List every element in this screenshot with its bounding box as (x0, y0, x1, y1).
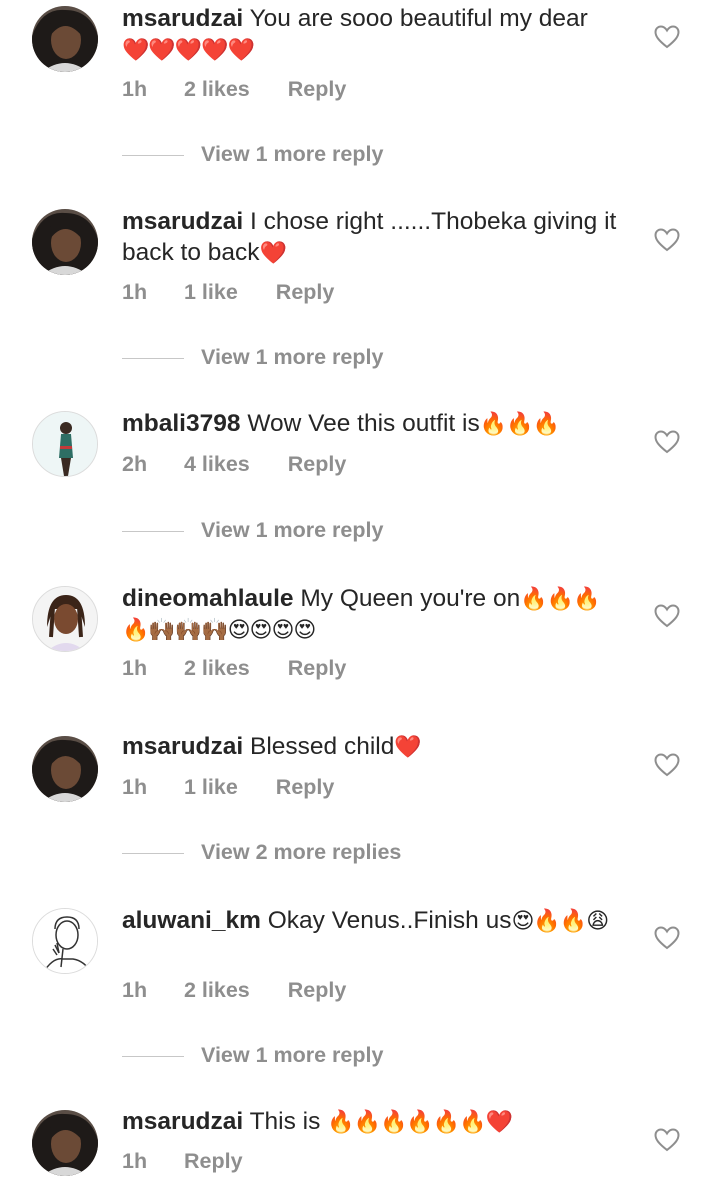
reply-button[interactable]: Reply (288, 975, 347, 1005)
comment-meta: 1h 2 likes Reply (122, 74, 346, 104)
comment-meta: 1h 2 likes Reply (122, 975, 346, 1005)
comment-likes[interactable]: 2 likes (184, 74, 250, 104)
divider-line (122, 154, 184, 156)
heart-outline-icon[interactable] (654, 228, 680, 252)
comment-text: msarudzai I chose right ......Thobeka gi… (122, 206, 622, 268)
comment-emoji: ❤️ (394, 734, 421, 759)
heart-outline-icon[interactable] (654, 1128, 680, 1152)
view-more-replies[interactable]: View 1 more reply (122, 1040, 383, 1070)
comment-time: 1h (122, 280, 148, 304)
comment-time: 1h (122, 656, 148, 680)
heart-outline-icon[interactable] (654, 604, 680, 628)
comment-body: This is (249, 1108, 321, 1135)
comment-username[interactable]: msarudzai (122, 1108, 243, 1135)
comment-body: My Queen you're on (300, 585, 521, 612)
comment-time: 2h (122, 452, 148, 476)
view-more-label[interactable]: View 1 more reply (201, 142, 383, 166)
reply-button[interactable]: Reply (184, 1146, 243, 1176)
comment-emoji: ❤️ (259, 240, 287, 265)
comment-meta: 1h 1 like Reply (122, 772, 334, 802)
comment-meta: 1h Reply (122, 1146, 243, 1176)
comment-likes[interactable]: 1 like (184, 772, 238, 802)
comment-emoji: 🔥🔥🔥 (479, 411, 560, 436)
reply-button[interactable]: Reply (288, 653, 347, 683)
comment-likes[interactable]: 4 likes (184, 449, 250, 479)
comment-body: Wow Vee this outfit is (247, 410, 480, 437)
comment-time: 1h (122, 775, 148, 799)
reply-button[interactable]: Reply (276, 277, 335, 307)
comment-meta: 2h 4 likes Reply (122, 449, 346, 479)
comment-time: 1h (122, 978, 148, 1002)
comment-meta: 1h 2 likes Reply (122, 653, 346, 683)
view-more-replies[interactable]: View 2 more replies (122, 837, 401, 867)
comment-username[interactable]: dineomahlaule (122, 585, 294, 612)
heart-outline-icon[interactable] (654, 926, 680, 950)
divider-line (122, 852, 184, 854)
divider-line (122, 530, 184, 532)
comment-meta: 1h 1 like Reply (122, 277, 334, 307)
comment-text: msarudzai You are sooo beautiful my dear… (122, 3, 622, 65)
reply-button[interactable]: Reply (276, 772, 335, 802)
comment-body: You are sooo beautiful my dear (249, 5, 588, 32)
comment-username[interactable]: msarudzai (122, 733, 243, 760)
comment-username[interactable]: msarudzai (122, 208, 243, 235)
view-more-label[interactable]: View 1 more reply (201, 518, 383, 542)
heart-outline-icon[interactable] (654, 25, 680, 49)
comment-text: dineomahlaule My Queen you're on🔥🔥🔥🔥🙌🏾🙌🏾… (122, 583, 622, 645)
comment-likes[interactable]: 1 like (184, 277, 238, 307)
divider-line (122, 1055, 184, 1057)
view-more-replies[interactable]: View 1 more reply (122, 515, 383, 545)
reply-button[interactable]: Reply (288, 449, 347, 479)
reply-button[interactable]: Reply (288, 74, 347, 104)
comment-likes[interactable]: 2 likes (184, 653, 250, 683)
comment-time: 1h (122, 77, 148, 101)
avatar[interactable] (32, 6, 98, 72)
heart-outline-icon[interactable] (654, 753, 680, 777)
avatar[interactable] (32, 908, 98, 974)
comment-username[interactable]: msarudzai (122, 5, 243, 32)
comment-username[interactable]: aluwani_km (122, 907, 261, 934)
avatar[interactable] (32, 411, 98, 477)
comment-text: msarudzai Blessed child❤️ (122, 731, 622, 762)
comment-text: mbali3798 Wow Vee this outfit is🔥🔥🔥 (122, 408, 622, 439)
view-more-replies[interactable]: View 1 more reply (122, 139, 383, 169)
comment-emoji: ❤️❤️❤️❤️❤️ (122, 37, 255, 62)
avatar[interactable] (32, 209, 98, 275)
divider-line (122, 357, 184, 359)
comment-time: 1h (122, 1149, 148, 1173)
comment-likes[interactable]: 2 likes (184, 975, 250, 1005)
view-more-label[interactable]: View 1 more reply (201, 1043, 383, 1067)
comment-emoji: 😍🔥🔥😩 (511, 908, 609, 933)
comment-text: msarudzai This is 🔥🔥🔥🔥🔥🔥❤️ (122, 1106, 622, 1137)
view-more-label[interactable]: View 1 more reply (201, 345, 383, 369)
avatar[interactable] (32, 586, 98, 652)
view-more-label[interactable]: View 2 more replies (201, 840, 401, 864)
view-more-replies[interactable]: View 1 more reply (122, 342, 383, 372)
avatar[interactable] (32, 736, 98, 802)
comment-username[interactable]: mbali3798 (122, 410, 241, 437)
comment-emoji: 🔥🔥🔥🔥🔥🔥❤️ (327, 1109, 513, 1134)
avatar[interactable] (32, 1110, 98, 1176)
comment-body: Okay Venus..Finish us (267, 907, 512, 934)
comment-body: Blessed child (250, 733, 395, 760)
comment-text: aluwani_km Okay Venus..Finish us😍🔥🔥😩 (122, 905, 622, 936)
heart-outline-icon[interactable] (654, 430, 680, 454)
